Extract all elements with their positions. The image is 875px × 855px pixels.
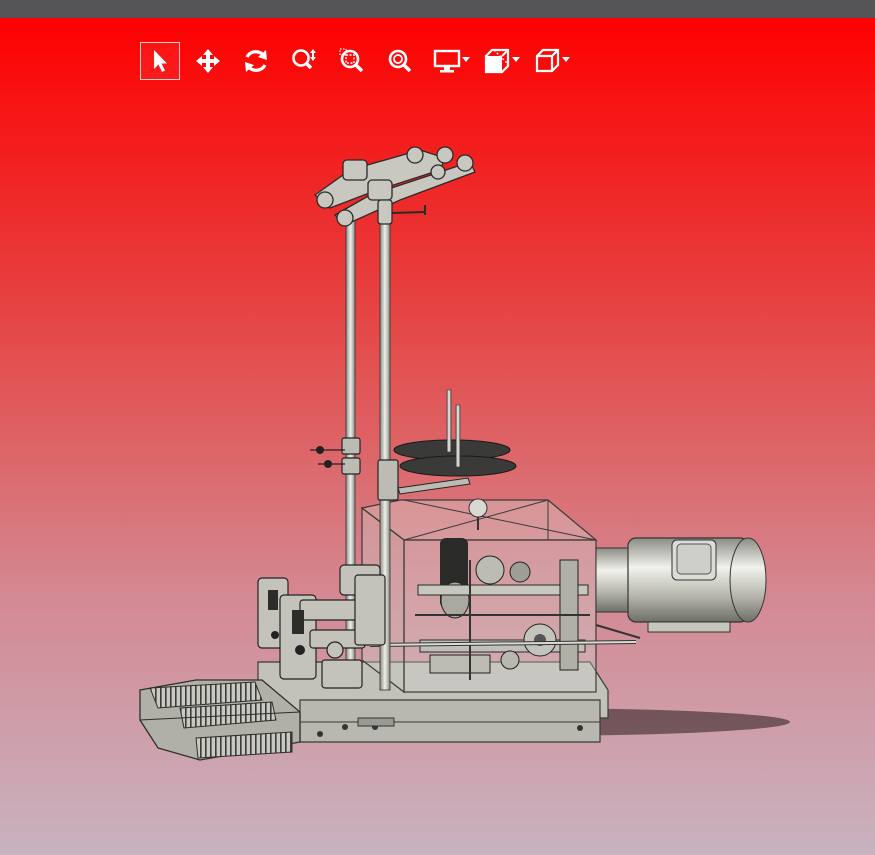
zoom-tool-button[interactable] (284, 42, 324, 80)
zoom-updown-icon (292, 49, 316, 70)
monitor-icon (433, 49, 461, 73)
window-title-bar (0, 0, 875, 18)
chevron-down-icon[interactable] (562, 57, 570, 63)
standard-views-button[interactable] (528, 42, 570, 80)
machine-model[interactable] (0, 18, 875, 855)
chevron-down-icon[interactable] (512, 57, 520, 63)
select-tool-button[interactable] (140, 42, 180, 80)
display-mode-button[interactable] (428, 42, 470, 80)
zoom-fit-icon (388, 49, 412, 73)
zoom-window-button[interactable] (332, 42, 372, 80)
3d-viewport[interactable] (0, 18, 875, 855)
zoom-fit-button[interactable] (380, 42, 420, 80)
rotate-icon (245, 50, 267, 72)
section-view-button[interactable] (478, 42, 520, 80)
section-box-icon (484, 48, 510, 74)
arrow-pointer-icon (154, 50, 167, 72)
view-toolbar (140, 42, 578, 80)
move-arrows-icon (196, 49, 220, 73)
pan-tool-button[interactable] (188, 42, 228, 80)
rotate-tool-button[interactable] (236, 42, 276, 80)
cube-icon (535, 48, 560, 73)
chevron-down-icon[interactable] (462, 57, 470, 63)
zoom-window-icon (339, 48, 364, 73)
